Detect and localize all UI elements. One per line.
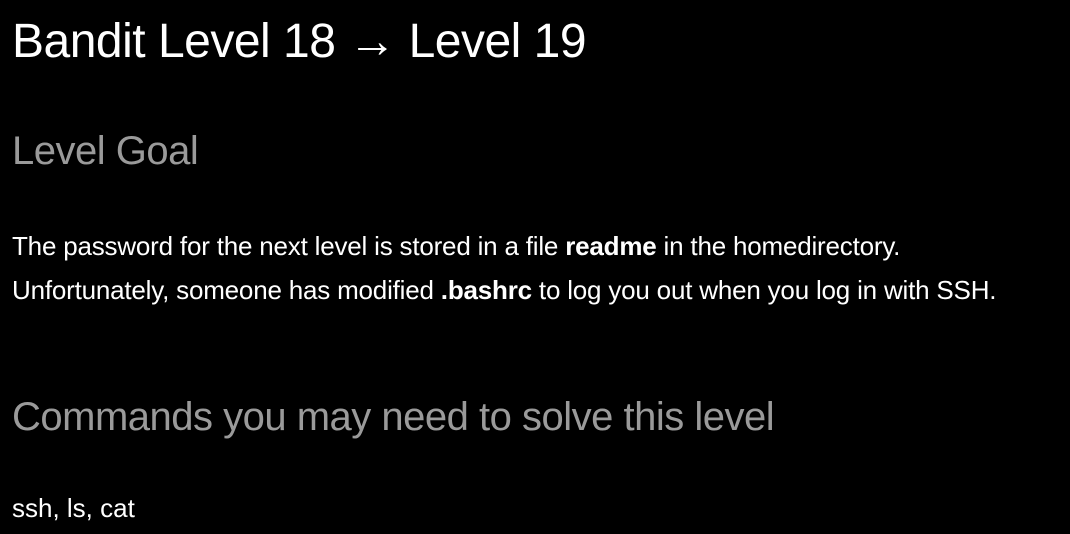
level-goal-text: The password for the next level is store… [12, 224, 1064, 312]
goal-text-part-1: The password for the next level is store… [12, 231, 566, 261]
commands-list: ssh, ls, cat [12, 493, 135, 523]
page-title: Bandit Level 18 → Level 19 [12, 15, 587, 68]
readme-filename: readme [565, 231, 657, 261]
goal-text-part-3: to log you out when you log in with SSH. [531, 275, 997, 305]
level-goal-heading: Level Goal [12, 129, 199, 173]
bashrc-filename: .bashrc [440, 275, 532, 305]
commands-heading: Commands you may need to solve this leve… [12, 395, 775, 439]
